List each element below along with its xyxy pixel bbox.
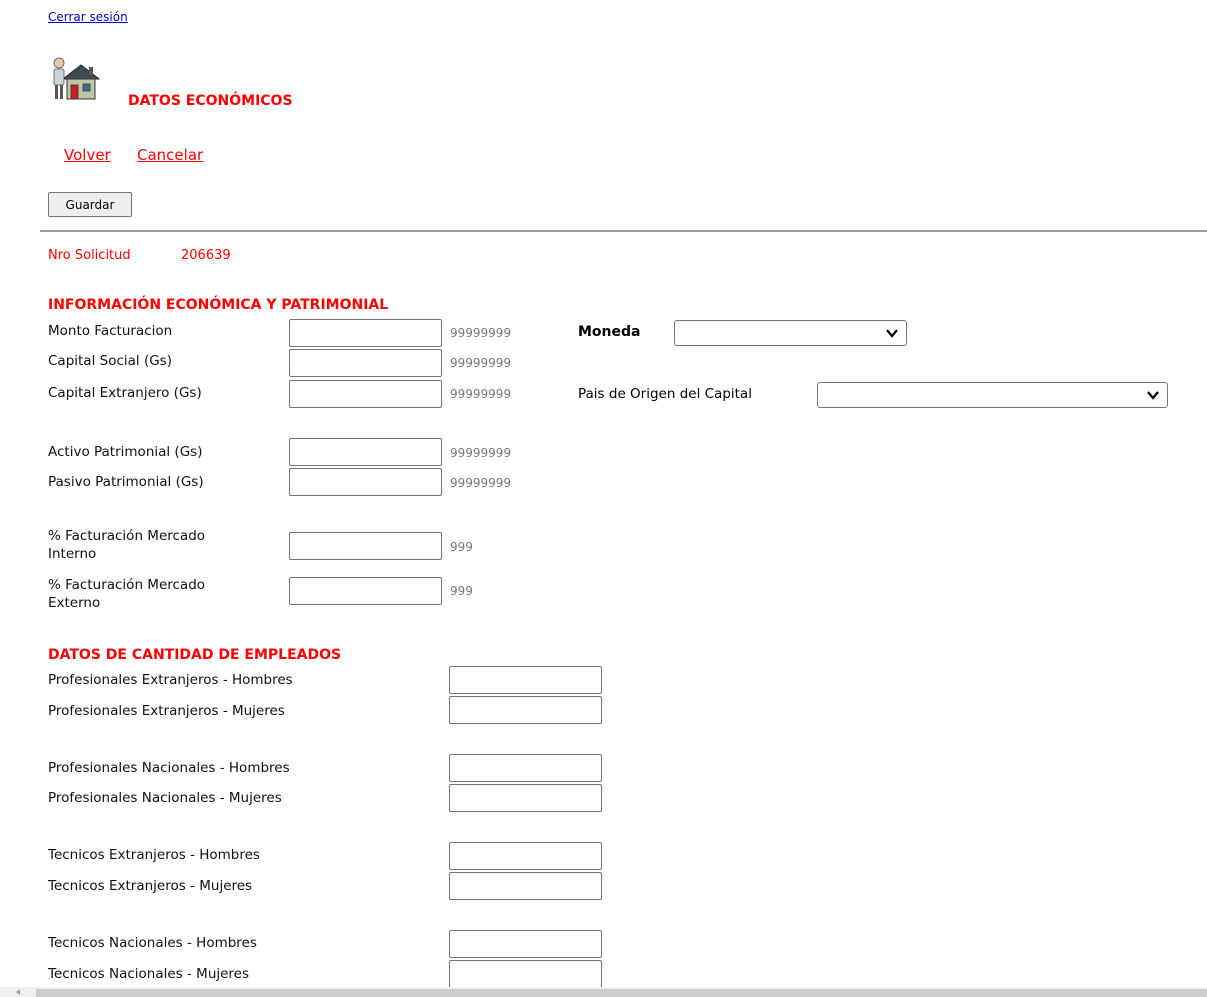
chevron-down-icon [1147,391,1159,400]
national-pro-men-input[interactable] [449,754,602,782]
economic-data-page: Cerrar sesión DATOS ECONÓMICOS Volver Ca… [0,0,1207,997]
liabilities-label: Pasivo Patrimonial (Gs) [48,474,204,490]
billing-amount-label: Monto Facturacion [48,323,173,339]
national-tech-women-label: Tecnicos Nacionales - Mujeres [48,966,250,982]
external-market-label: % Facturación Mercado Externo [48,577,206,611]
scrollbar-thumb[interactable] [36,989,1207,997]
billing-amount-hint: 99999999 [450,326,512,340]
logout-link[interactable]: Cerrar sesión [48,10,128,24]
scroll-left-arrow-icon[interactable] [14,988,22,996]
internal-market-label: % Facturación Mercado Interno [48,528,206,562]
origin-country-label: Pais de Origen del Capital [578,386,752,402]
assets-input[interactable] [289,438,442,466]
origin-country-select[interactable] [817,382,1168,408]
foreign-tech-women-input[interactable] [449,872,602,900]
national-tech-men-label: Tecnicos Nacionales - Hombres [48,935,257,951]
national-pro-women-label: Profesionales Nacionales - Mujeres [48,790,282,806]
foreign-capital-input[interactable] [289,380,442,408]
billing-amount-input[interactable] [289,319,442,347]
foreign-capital-label: Capital Extranjero (Gs) [48,385,202,401]
request-number-value: 206639 [181,248,231,263]
assets-hint: 99999999 [450,446,512,460]
foreign-capital-hint: 99999999 [450,387,512,401]
social-capital-label: Capital Social (Gs) [48,353,172,369]
cancel-link[interactable]: Cancelar [137,146,203,164]
house-person-icon [53,57,101,100]
internal-market-input[interactable] [289,532,442,560]
national-tech-women-input[interactable] [449,960,602,988]
foreign-tech-men-label: Tecnicos Extranjeros - Hombres [48,847,260,863]
currency-select[interactable] [674,320,907,346]
assets-label: Activo Patrimonial (Gs) [48,444,203,460]
national-pro-men-label: Profesionales Nacionales - Hombres [48,760,290,776]
divider [40,230,1207,232]
page-title: DATOS ECONÓMICOS [128,93,293,109]
liabilities-input[interactable] [289,468,442,496]
foreign-pro-men-label: Profesionales Extranjeros - Hombres [48,672,293,688]
national-pro-women-input[interactable] [449,784,602,812]
external-market-hint: 999 [450,584,473,598]
social-capital-hint: 99999999 [450,356,512,370]
foreign-tech-men-input[interactable] [449,842,602,870]
request-number-label: Nro Solicitud [48,248,131,263]
foreign-pro-women-label: Profesionales Extranjeros - Mujeres [48,703,285,719]
social-capital-input[interactable] [289,349,442,377]
currency-label: Moneda [578,324,641,340]
chevron-down-icon [886,329,898,338]
foreign-tech-women-label: Tecnicos Extranjeros - Mujeres [48,878,253,894]
employees-section-title: DATOS DE CANTIDAD DE EMPLEADOS [48,647,342,663]
back-link[interactable]: Volver [64,146,111,164]
foreign-pro-men-input[interactable] [449,666,602,694]
liabilities-hint: 99999999 [450,476,512,490]
save-button[interactable]: Guardar [48,192,132,217]
internal-market-hint: 999 [450,540,473,554]
economic-section-title: INFORMACIÓN ECONÓMICA Y PATRIMONIAL [48,297,389,313]
horizontal-scrollbar[interactable] [0,987,1207,997]
external-market-input[interactable] [289,577,442,605]
foreign-pro-women-input[interactable] [449,696,602,724]
national-tech-men-input[interactable] [449,930,602,958]
